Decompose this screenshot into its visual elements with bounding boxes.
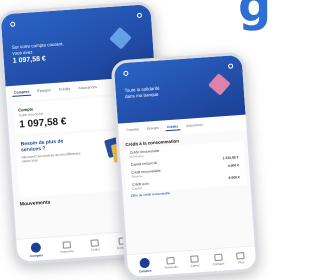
nav-plus[interactable]: Plus [236,252,246,265]
row-value: 1 234,56 € [222,155,239,161]
nav-cartes[interactable]: Cartes [90,239,100,252]
transfer-icon [166,256,175,265]
tab-assurances[interactable]: Assurances [76,84,99,93]
nav-label: Cartes [190,263,200,268]
card-icon [90,239,100,247]
row-value: 8 000 € [228,175,241,180]
nav-label: Contacts [212,261,225,267]
nav-label: Cartes [90,247,100,252]
nav-label: Comptes [138,268,152,273]
home-icon [30,241,42,253]
tab-epargne[interactable]: Épargne [145,125,162,133]
nav-virements[interactable]: Virements [59,241,74,254]
row-sub: Capital [132,186,142,191]
nav-label: Virements [60,249,74,254]
more-icon [236,252,246,260]
brand-logo-fragment: g [238,0,271,32]
phone-mockup-credits: Toute la solidarité dans ma banque Compt… [110,51,260,280]
notification-icon[interactable] [227,63,234,69]
tab-comptes[interactable]: Comptes [124,126,141,134]
nav-cartes[interactable]: Cartes [190,255,200,268]
row-sub: Réserve [131,173,143,179]
home-icon [139,257,150,268]
bottom-nav: Comptes Virements Cartes Contacts Plus [127,245,257,278]
contact-icon [213,253,223,262]
tab-credits[interactable]: Crédits [57,86,73,94]
tab-credits[interactable]: Crédits [164,123,181,132]
row-value [238,143,239,151]
row-value: 4 000 € [227,163,240,169]
notification-icon[interactable] [136,12,143,19]
row-sub: Échéance [130,153,144,159]
row-label: Capital restant dû [130,160,158,167]
card-icon [190,255,199,263]
transfer-icon [62,241,71,249]
promo-text: Découvrez les services de nos différente… [21,151,81,164]
tab-assurances[interactable]: Assurances [184,122,205,130]
hero-banner: Toute la solidarité dans ma banque [113,54,246,124]
nav-label: Plus [238,260,245,265]
profile-icon[interactable] [123,70,129,77]
nav-label: Virements [164,264,178,270]
tab-comptes[interactable]: Comptes [11,88,32,97]
profile-icon[interactable] [10,21,16,27]
nav-contacts[interactable]: Contacts [212,253,225,267]
nav-comptes[interactable]: Comptes [138,257,152,273]
nav-comptes[interactable]: Comptes [29,241,44,258]
tab-epargne[interactable]: Épargne [35,87,53,95]
nav-label: Comptes [29,252,44,258]
nav-virements[interactable]: Virements [164,256,178,270]
